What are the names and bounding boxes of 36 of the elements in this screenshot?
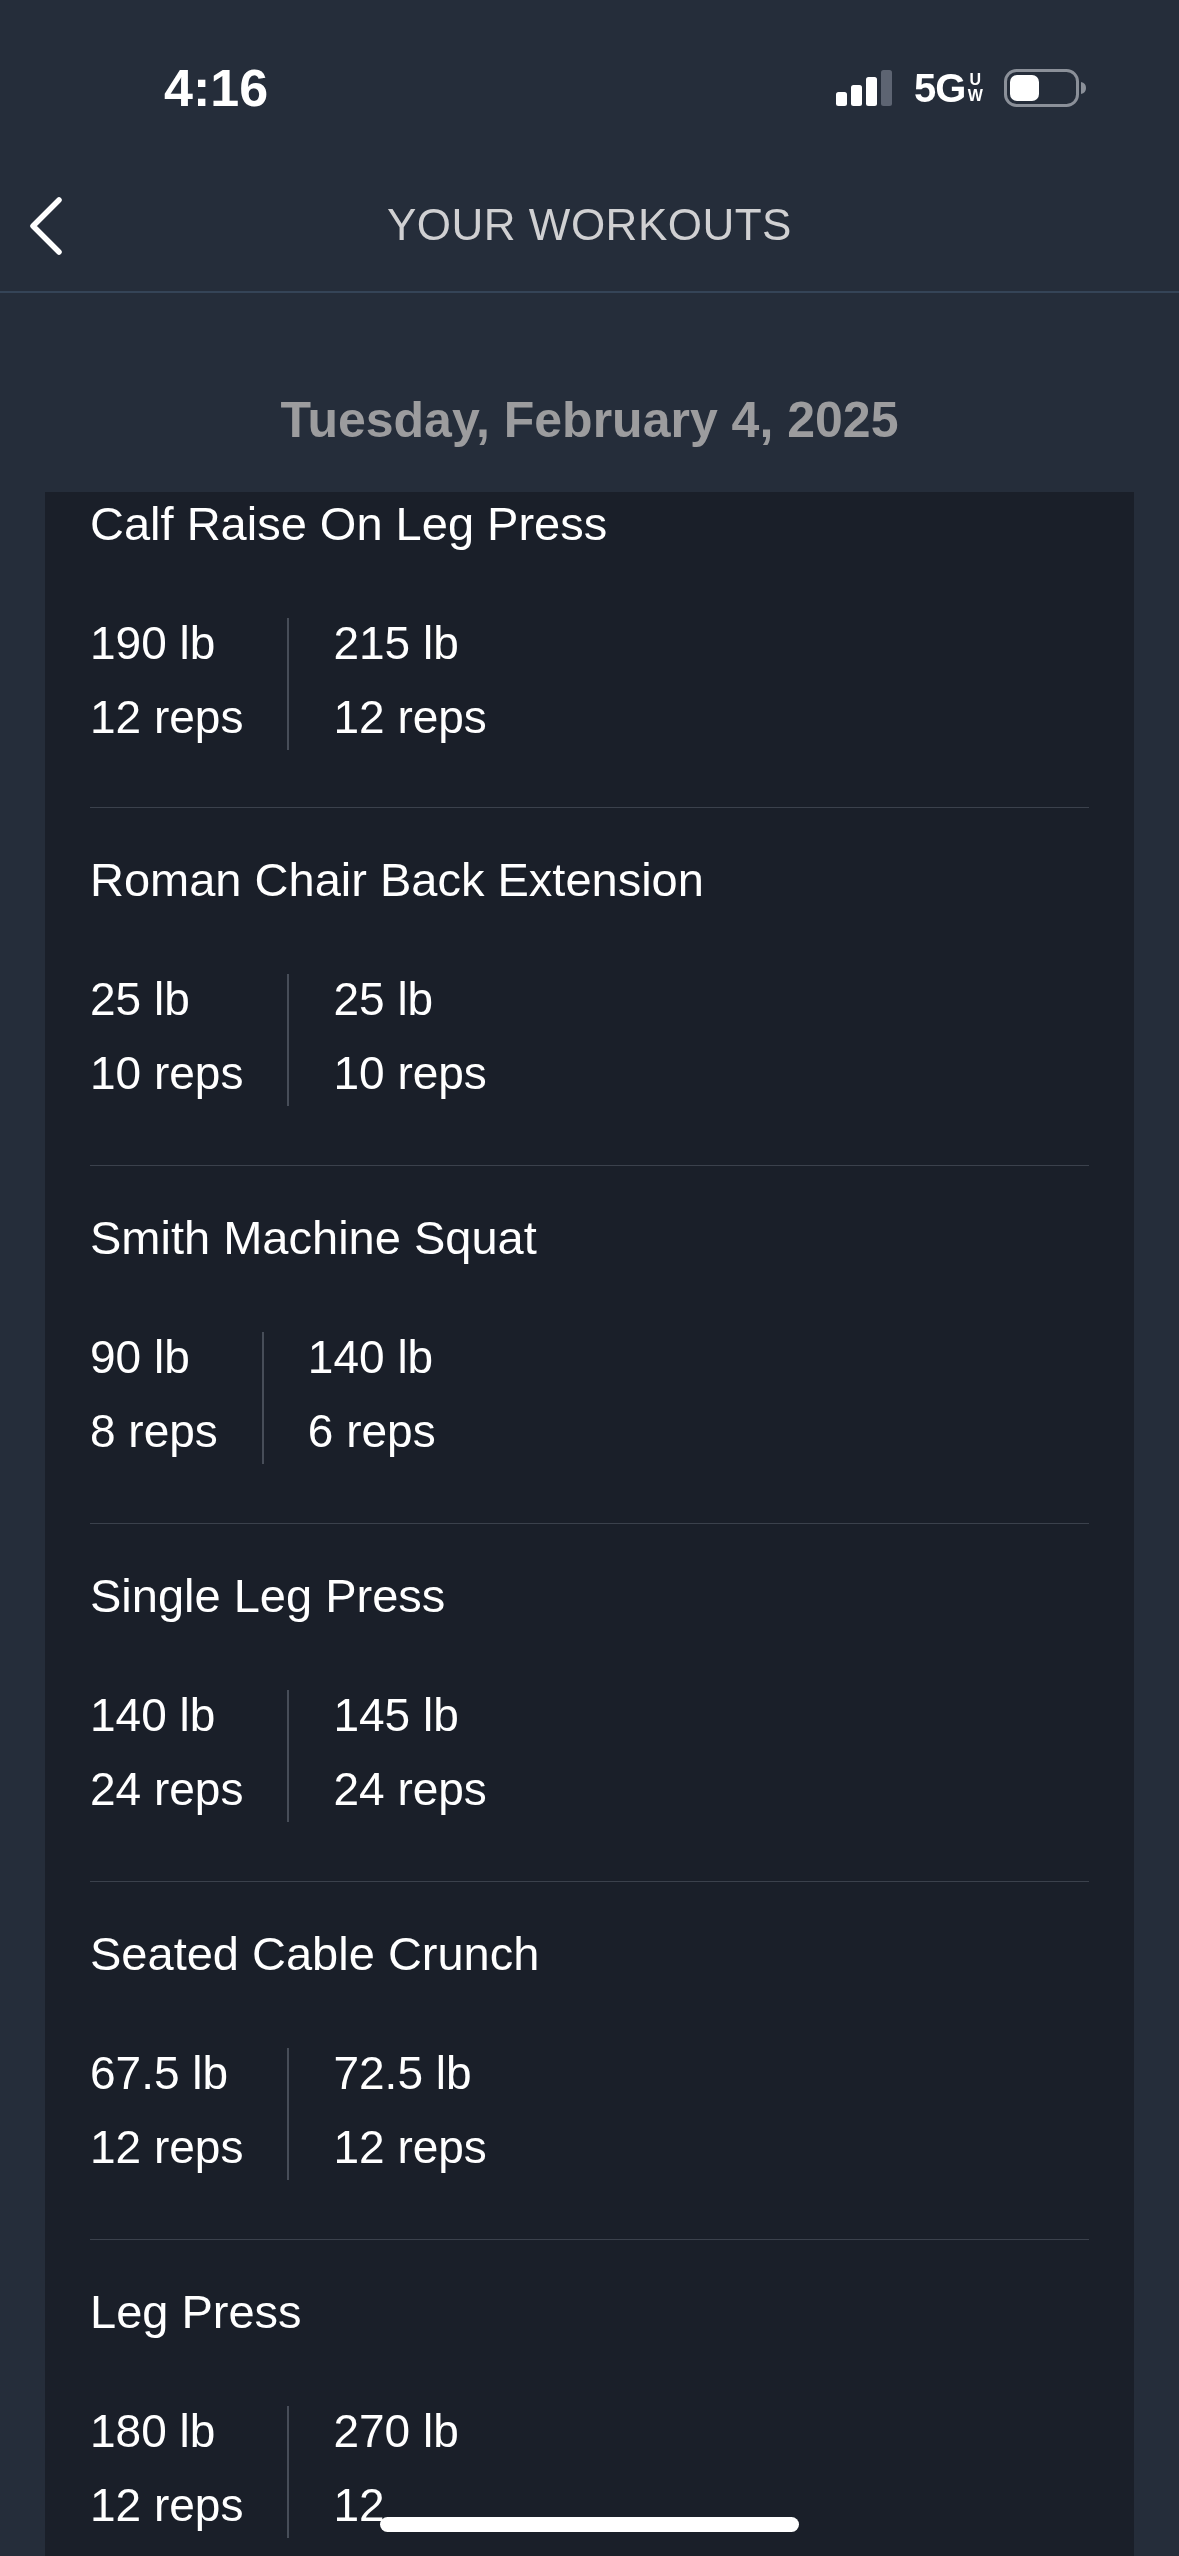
exercise-name: Leg Press	[90, 2284, 302, 2340]
set-weight: 270 lb	[333, 2404, 459, 2459]
exercise-name: Seated Cable Crunch	[90, 1926, 540, 1982]
set-reps: 12 reps	[333, 690, 487, 745]
set-weight: 215 lb	[333, 616, 459, 671]
battery-icon	[1004, 69, 1086, 107]
set-weight: 140 lb	[307, 1330, 434, 1385]
signal-icon	[836, 70, 895, 106]
set-reps: 8 reps	[90, 1404, 218, 1459]
set-reps: 24 reps	[90, 1762, 244, 1817]
set-weight: 67.5 lb	[90, 2046, 229, 2101]
exercise-name: Roman Chair Back Extension	[90, 852, 704, 908]
set-reps: 12	[333, 2478, 385, 2533]
set-reps: 12 reps	[90, 2478, 244, 2533]
set-weight: 145 lb	[333, 1688, 459, 1743]
set-reps: 12 reps	[90, 2120, 244, 2175]
set-reps: 12 reps	[90, 690, 244, 745]
set-weight: 140 lb	[90, 1688, 216, 1743]
set-reps: 10 reps	[333, 1046, 487, 1101]
set-weight: 25 lb	[90, 972, 190, 1027]
set-reps: 10 reps	[90, 1046, 244, 1101]
exercise-name: Single Leg Press	[90, 1568, 446, 1624]
set-weight: 90 lb	[90, 1330, 190, 1385]
back-icon	[29, 196, 63, 255]
date-heading: Tuesday, February 4, 2025	[280, 391, 899, 450]
set-weight: 72.5 lb	[333, 2046, 472, 2101]
set-weight: 25 lb	[333, 972, 434, 1027]
exercise-name: Calf Raise On Leg Press	[90, 496, 608, 552]
status-time: 4:16	[164, 58, 269, 118]
set-reps: 6 reps	[307, 1404, 436, 1459]
set-reps: 12 reps	[333, 2120, 487, 2175]
set-reps: 24 reps	[333, 1762, 487, 1817]
set-weight: 180 lb	[90, 2404, 216, 2459]
exercise-name: Smith Machine Squat	[90, 1210, 537, 1266]
screen-title: YOUR WORKOUTS	[387, 198, 792, 251]
set-weight: 190 lb	[90, 616, 216, 671]
